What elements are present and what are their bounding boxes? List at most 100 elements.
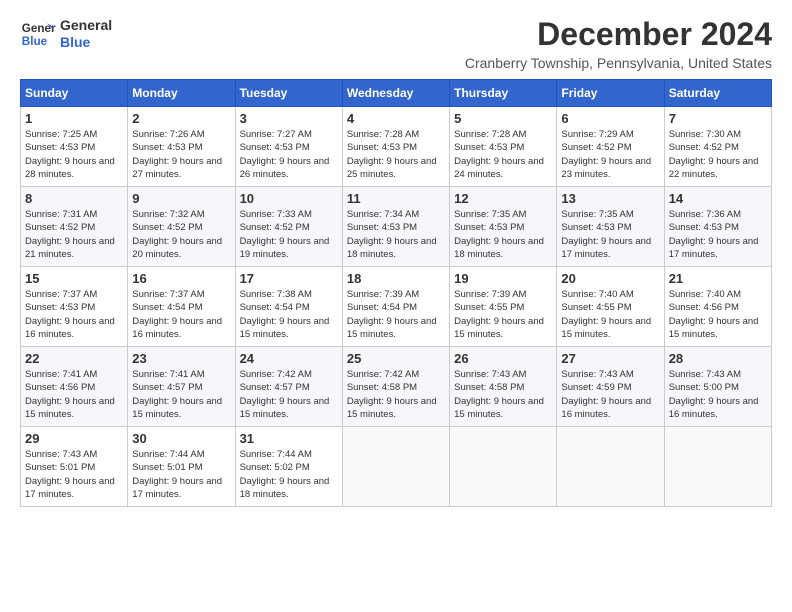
day-info: Sunrise: 7:40 AMSunset: 4:55 PMDaylight:… xyxy=(561,288,659,341)
day-number: 14 xyxy=(669,191,767,206)
calendar-cell: 19Sunrise: 7:39 AMSunset: 4:55 PMDayligh… xyxy=(450,267,557,347)
day-info: Sunrise: 7:29 AMSunset: 4:52 PMDaylight:… xyxy=(561,128,659,181)
day-info: Sunrise: 7:28 AMSunset: 4:53 PMDaylight:… xyxy=(454,128,552,181)
svg-text:Blue: Blue xyxy=(22,35,48,48)
calendar-cell: 10 Sunrise: 7:33 AMSunset: 4:52 PMDayligh… xyxy=(235,187,342,267)
calendar-cell: 31 Sunrise: 7:44 AMSunset: 5:02 PMDayligh… xyxy=(235,427,342,507)
calendar-cell: 13 Sunrise: 7:35 AMSunset: 4:53 PMDayligh… xyxy=(557,187,664,267)
calendar-cell: 4 Sunrise: 7:28 AMSunset: 4:53 PMDaylight… xyxy=(342,107,449,187)
calendar-cell: 29 Sunrise: 7:43 AMSunset: 5:01 PMDayligh… xyxy=(21,427,128,507)
day-number: 25 xyxy=(347,351,445,366)
title-area: December 2024 Cranberry Township, Pennsy… xyxy=(465,16,772,71)
day-info: Sunrise: 7:33 AMSunset: 4:52 PMDaylight:… xyxy=(240,208,338,261)
calendar-cell: 6 Sunrise: 7:29 AMSunset: 4:52 PMDaylight… xyxy=(557,107,664,187)
day-info: Sunrise: 7:44 AMSunset: 5:02 PMDaylight:… xyxy=(240,448,338,501)
calendar-cell: 5 Sunrise: 7:28 AMSunset: 4:53 PMDaylight… xyxy=(450,107,557,187)
calendar-cell: 24 Sunrise: 7:42 AMSunset: 4:57 PMDayligh… xyxy=(235,347,342,427)
day-info: Sunrise: 7:41 AMSunset: 4:57 PMDaylight:… xyxy=(132,368,230,421)
calendar-cell: 1 Sunrise: 7:25 AMSunset: 4:53 PMDaylight… xyxy=(21,107,128,187)
day-info: Sunrise: 7:34 AMSunset: 4:53 PMDaylight:… xyxy=(347,208,445,261)
weekday-header-thursday: Thursday xyxy=(450,80,557,107)
day-info: Sunrise: 7:25 AMSunset: 4:53 PMDaylight:… xyxy=(25,128,123,181)
day-number: 4 xyxy=(347,111,445,126)
weekday-header-row: SundayMondayTuesdayWednesdayThursdayFrid… xyxy=(21,80,772,107)
calendar-cell xyxy=(557,427,664,507)
weekday-header-wednesday: Wednesday xyxy=(342,80,449,107)
day-number: 3 xyxy=(240,111,338,126)
day-number: 12 xyxy=(454,191,552,206)
calendar-cell xyxy=(450,427,557,507)
day-number: 10 xyxy=(240,191,338,206)
day-number: 17 xyxy=(240,271,338,286)
weekday-header-friday: Friday xyxy=(557,80,664,107)
day-number: 24 xyxy=(240,351,338,366)
calendar-cell: 30 Sunrise: 7:44 AMSunset: 5:01 PMDayligh… xyxy=(128,427,235,507)
day-info: Sunrise: 7:42 AMSunset: 4:57 PMDaylight:… xyxy=(240,368,338,421)
day-info: Sunrise: 7:28 AMSunset: 4:53 PMDaylight:… xyxy=(347,128,445,181)
calendar-cell: 11 Sunrise: 7:34 AMSunset: 4:53 PMDayligh… xyxy=(342,187,449,267)
location-title: Cranberry Township, Pennsylvania, United… xyxy=(465,55,772,71)
calendar-cell: 14Sunrise: 7:36 AMSunset: 4:53 PMDayligh… xyxy=(664,187,771,267)
day-number: 29 xyxy=(25,431,123,446)
weekday-header-sunday: Sunday xyxy=(21,80,128,107)
calendar-week-row: 22 Sunrise: 7:41 AMSunset: 4:56 PMDayligh… xyxy=(21,347,772,427)
day-number: 28 xyxy=(669,351,767,366)
day-number: 11 xyxy=(347,191,445,206)
calendar-week-row: 15Sunrise: 7:37 AMSunset: 4:53 PMDayligh… xyxy=(21,267,772,347)
calendar-cell: 25 Sunrise: 7:42 AMSunset: 4:58 PMDayligh… xyxy=(342,347,449,427)
logo: General Blue General Blue xyxy=(20,16,112,52)
day-number: 7 xyxy=(669,111,767,126)
day-number: 23 xyxy=(132,351,230,366)
day-info: Sunrise: 7:43 AMSunset: 4:58 PMDaylight:… xyxy=(454,368,552,421)
calendar-week-row: 8Sunrise: 7:31 AMSunset: 4:52 PMDaylight… xyxy=(21,187,772,267)
day-info: Sunrise: 7:39 AMSunset: 4:54 PMDaylight:… xyxy=(347,288,445,341)
day-info: Sunrise: 7:43 AMSunset: 5:00 PMDaylight:… xyxy=(669,368,767,421)
calendar-cell: 18 Sunrise: 7:39 AMSunset: 4:54 PMDayligh… xyxy=(342,267,449,347)
day-info: Sunrise: 7:41 AMSunset: 4:56 PMDaylight:… xyxy=(25,368,123,421)
day-info: Sunrise: 7:35 AMSunset: 4:53 PMDaylight:… xyxy=(454,208,552,261)
calendar-cell xyxy=(342,427,449,507)
calendar-cell: 15Sunrise: 7:37 AMSunset: 4:53 PMDayligh… xyxy=(21,267,128,347)
day-number: 16 xyxy=(132,271,230,286)
day-number: 21 xyxy=(669,271,767,286)
day-info: Sunrise: 7:26 AMSunset: 4:53 PMDaylight:… xyxy=(132,128,230,181)
day-number: 30 xyxy=(132,431,230,446)
day-info: Sunrise: 7:42 AMSunset: 4:58 PMDaylight:… xyxy=(347,368,445,421)
day-info: Sunrise: 7:32 AMSunset: 4:52 PMDaylight:… xyxy=(132,208,230,261)
calendar-cell: 28 Sunrise: 7:43 AMSunset: 5:00 PMDayligh… xyxy=(664,347,771,427)
calendar-week-row: 1 Sunrise: 7:25 AMSunset: 4:53 PMDaylight… xyxy=(21,107,772,187)
day-info: Sunrise: 7:43 AMSunset: 5:01 PMDaylight:… xyxy=(25,448,123,501)
calendar-cell: 20 Sunrise: 7:40 AMSunset: 4:55 PMDayligh… xyxy=(557,267,664,347)
day-number: 22 xyxy=(25,351,123,366)
day-info: Sunrise: 7:30 AMSunset: 4:52 PMDaylight:… xyxy=(669,128,767,181)
calendar-cell: 26Sunrise: 7:43 AMSunset: 4:58 PMDayligh… xyxy=(450,347,557,427)
day-info: Sunrise: 7:31 AMSunset: 4:52 PMDaylight:… xyxy=(25,208,123,261)
day-number: 15 xyxy=(25,271,123,286)
page-header: General Blue General Blue December 2024 … xyxy=(20,16,772,71)
day-number: 1 xyxy=(25,111,123,126)
calendar-cell: 21 Sunrise: 7:40 AMSunset: 4:56 PMDayligh… xyxy=(664,267,771,347)
day-info: Sunrise: 7:40 AMSunset: 4:56 PMDaylight:… xyxy=(669,288,767,341)
calendar-cell xyxy=(664,427,771,507)
calendar-cell: 27Sunrise: 7:43 AMSunset: 4:59 PMDayligh… xyxy=(557,347,664,427)
day-number: 31 xyxy=(240,431,338,446)
month-title: December 2024 xyxy=(465,16,772,53)
calendar-week-row: 29 Sunrise: 7:43 AMSunset: 5:01 PMDayligh… xyxy=(21,427,772,507)
calendar-cell: 7 Sunrise: 7:30 AMSunset: 4:52 PMDaylight… xyxy=(664,107,771,187)
weekday-header-saturday: Saturday xyxy=(664,80,771,107)
day-number: 19 xyxy=(454,271,552,286)
calendar-table: SundayMondayTuesdayWednesdayThursdayFrid… xyxy=(20,79,772,507)
day-number: 9 xyxy=(132,191,230,206)
logo-icon: General Blue xyxy=(20,16,56,52)
day-number: 13 xyxy=(561,191,659,206)
day-info: Sunrise: 7:35 AMSunset: 4:53 PMDaylight:… xyxy=(561,208,659,261)
weekday-header-tuesday: Tuesday xyxy=(235,80,342,107)
calendar-cell: 9 Sunrise: 7:32 AMSunset: 4:52 PMDaylight… xyxy=(128,187,235,267)
day-info: Sunrise: 7:43 AMSunset: 4:59 PMDaylight:… xyxy=(561,368,659,421)
day-number: 20 xyxy=(561,271,659,286)
day-number: 18 xyxy=(347,271,445,286)
day-info: Sunrise: 7:44 AMSunset: 5:01 PMDaylight:… xyxy=(132,448,230,501)
day-number: 6 xyxy=(561,111,659,126)
day-number: 5 xyxy=(454,111,552,126)
calendar-cell: 8Sunrise: 7:31 AMSunset: 4:52 PMDaylight… xyxy=(21,187,128,267)
